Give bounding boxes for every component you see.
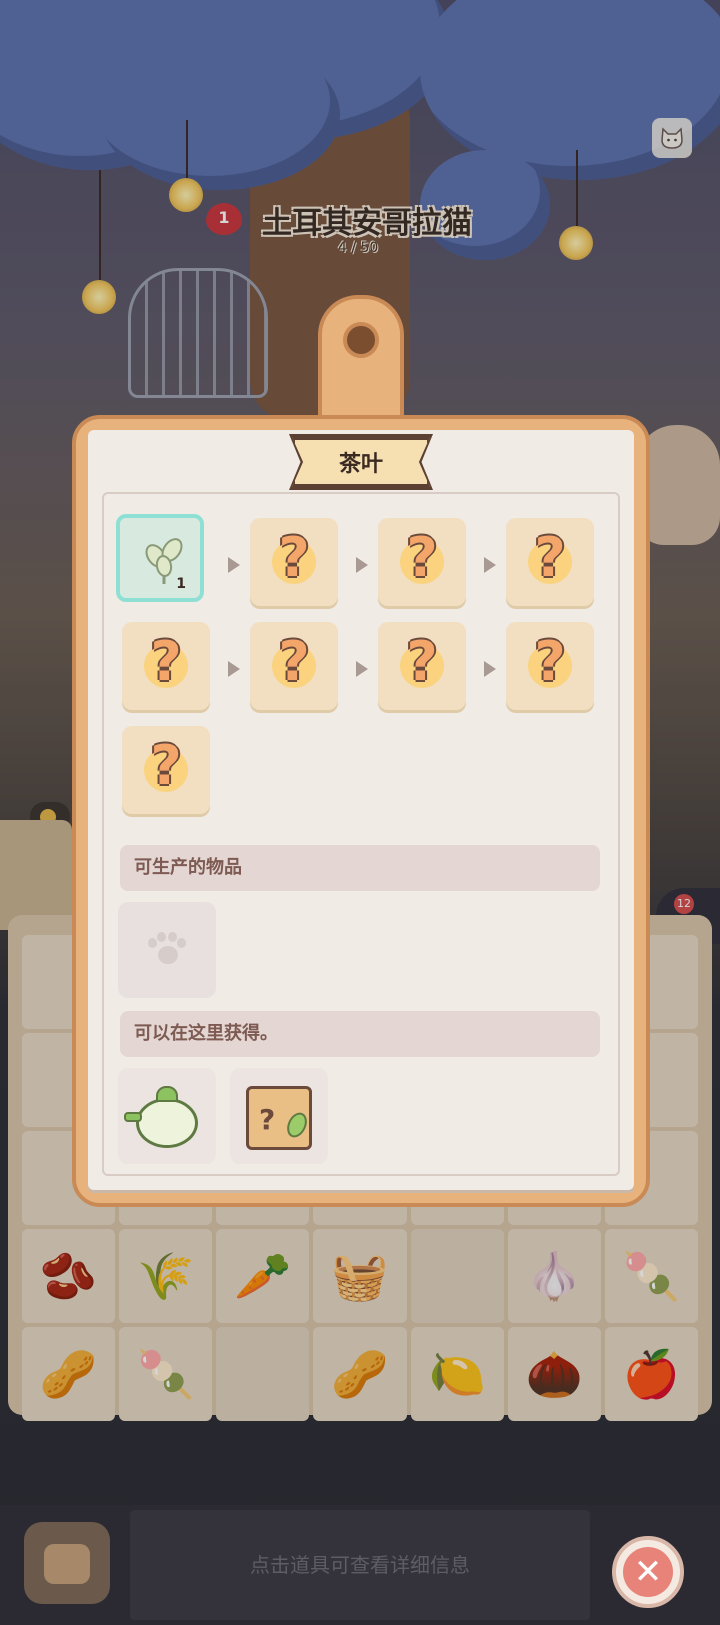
- source-teapot[interactable]: [118, 1068, 216, 1164]
- paw-icon: [148, 932, 186, 968]
- teapot-spout: [124, 1112, 142, 1122]
- board-handle: [318, 295, 404, 425]
- source-mystery-box[interactable]: ?: [230, 1068, 328, 1164]
- board-hole: [343, 322, 379, 358]
- obtain-header: 可以在这里获得。: [120, 1011, 600, 1057]
- chain-slot-locked[interactable]: ?: [122, 726, 210, 814]
- close-icon: ✕: [623, 1547, 673, 1597]
- teapot-icon: [136, 1098, 198, 1148]
- chain-arrow-icon: [228, 557, 240, 573]
- producible-header: 可生产的物品: [120, 845, 600, 891]
- chain-slot-locked[interactable]: ?: [506, 518, 594, 606]
- teapot-lid: [156, 1086, 178, 1102]
- chain-slot-tea-leaf[interactable]: 1: [116, 514, 204, 602]
- chain-slot-locked[interactable]: ?: [250, 622, 338, 710]
- chain-slot-locked[interactable]: ?: [378, 518, 466, 606]
- question-mark-icon: ?: [144, 736, 188, 796]
- chain-slot-locked[interactable]: ?: [506, 622, 594, 710]
- question-mark-icon: ?: [528, 528, 572, 588]
- leaf-icon: [287, 1112, 307, 1138]
- chain-slot-locked[interactable]: ?: [250, 518, 338, 606]
- chain-arrow-icon: [356, 661, 368, 677]
- question-mark-icon: ?: [272, 528, 316, 588]
- producible-empty-slot: [118, 902, 216, 998]
- chain-slot-locked[interactable]: ?: [122, 622, 210, 710]
- item-title: 茶叶: [292, 437, 430, 487]
- question-mark-icon: ?: [400, 632, 444, 692]
- chain-arrow-icon: [356, 557, 368, 573]
- question-mark-icon: ?: [400, 528, 444, 588]
- item-hint-text: 点击道具可查看详细信息: [130, 1510, 590, 1620]
- chain-arrow-icon: [228, 661, 240, 677]
- item-count: 1: [176, 576, 186, 592]
- mystery-box-icon: ?: [246, 1086, 312, 1150]
- chain-arrow-icon: [484, 557, 496, 573]
- chain-arrow-icon: [484, 661, 496, 677]
- chain-slot-locked[interactable]: ?: [378, 622, 466, 710]
- question-mark-icon: ?: [528, 632, 572, 692]
- close-button[interactable]: ✕: [612, 1536, 684, 1608]
- question-mark-icon: ?: [272, 632, 316, 692]
- question-mark-icon: ?: [144, 632, 188, 692]
- inventory-bag-button[interactable]: [24, 1522, 110, 1604]
